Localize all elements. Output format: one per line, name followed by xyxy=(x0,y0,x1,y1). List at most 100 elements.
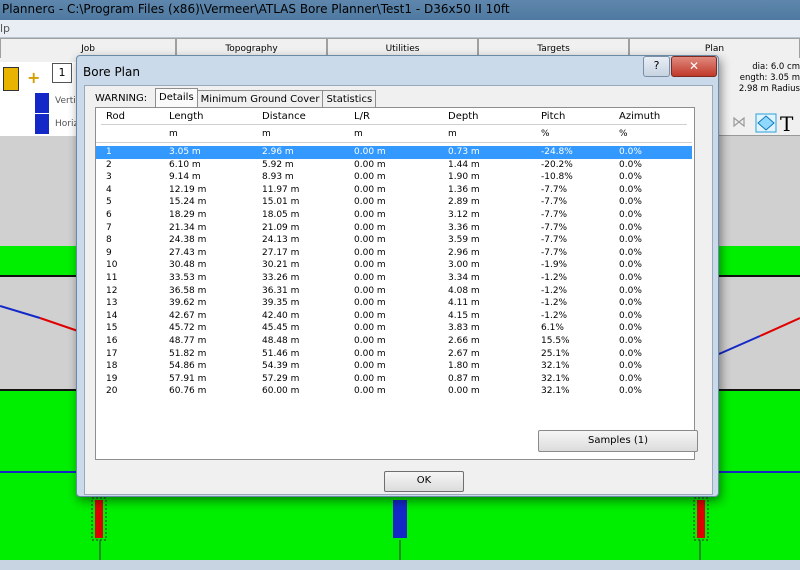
app-title: Plannerɢ - C:\Program Files (x86)\Vermee… xyxy=(2,2,510,16)
length-cell: 9.14 m xyxy=(169,172,201,183)
vertical-view-label: Verti xyxy=(55,96,76,106)
azimuth-cell: 0.0% xyxy=(619,285,642,296)
table-row[interactable]: 17 51.82 m 51.46 m 0.00 m 2.67 m 25.1% 0.0% xyxy=(96,348,692,361)
distance-cell: 57.29 m xyxy=(262,373,300,384)
table-row[interactable]: 10 30.48 m 30.21 m 0.00 m 3.00 m -1.9% 0.0% xyxy=(96,259,692,272)
pitch-cell: -7.7% xyxy=(541,222,568,233)
pitch-cell: 25.1% xyxy=(541,348,570,359)
vertical-view-swatch[interactable] xyxy=(35,93,49,113)
unit-azimuth: % xyxy=(619,129,628,139)
distance-cell: 33.26 m xyxy=(262,272,300,283)
rod-cell: 9 xyxy=(106,247,112,258)
depth-cell: 2.89 m xyxy=(448,197,480,208)
ok-button[interactable]: OK xyxy=(384,471,464,492)
lr-cell: 0.00 m xyxy=(354,172,386,183)
rod-cell: 12 xyxy=(106,285,118,296)
depth-cell: 3.00 m xyxy=(448,260,480,271)
azimuth-cell: 0.0% xyxy=(619,335,642,346)
rod-cell: 3 xyxy=(106,172,112,183)
col-depth[interactable]: Depth xyxy=(448,111,478,122)
depth-cell: 1.80 m xyxy=(448,361,480,372)
distance-cell: 18.05 m xyxy=(262,209,300,220)
dialog-tab-strip: Details Minimum Ground Cover Statistics xyxy=(155,88,377,108)
info-length: ength: 3.05 m xyxy=(739,73,800,83)
lr-cell: 0.00 m xyxy=(354,147,386,157)
table-row[interactable]: 19 57.91 m 57.29 m 0.00 m 0.87 m 32.1% 0.0% xyxy=(96,373,692,386)
pitch-cell: -7.7% xyxy=(541,247,568,258)
diamond-tool-icon xyxy=(755,113,777,133)
table-header: Rod Length Distance L/R Depth Pitch Azim… xyxy=(96,108,692,143)
table-row[interactable]: 1 3.05 m 2.96 m 0.00 m 0.73 m -24.8% 0.0% xyxy=(96,146,692,159)
tab-details[interactable]: Details xyxy=(155,88,198,107)
distance-cell: 30.21 m xyxy=(262,260,300,271)
col-distance[interactable]: Distance xyxy=(262,111,306,122)
tab-statistics[interactable]: Statistics xyxy=(322,90,377,107)
distance-cell: 21.09 m xyxy=(262,222,300,233)
table-row[interactable]: 18 54.86 m 54.39 m 0.00 m 1.80 m 32.1% 0.0% xyxy=(96,360,692,373)
col-rod[interactable]: Rod xyxy=(106,111,125,122)
table-row[interactable]: 9 27.43 m 27.17 m 0.00 m 2.96 m -7.7% 0.0% xyxy=(96,247,692,260)
lr-cell: 0.00 m xyxy=(354,310,386,321)
pitch-cell: -10.8% xyxy=(541,172,573,183)
col-azimuth[interactable]: Azimuth xyxy=(619,111,660,122)
table-row[interactable]: 13 39.62 m 39.35 m 0.00 m 4.11 m -1.2% 0.0% xyxy=(96,297,692,310)
samples-button[interactable]: Samples (1) xyxy=(538,430,698,452)
help-button[interactable]: ? xyxy=(643,56,670,77)
table-row[interactable]: 5 15.24 m 15.01 m 0.00 m 2.89 m -7.7% 0.0% xyxy=(96,196,692,209)
details-panel: Rod Length Distance L/R Depth Pitch Azim… xyxy=(95,107,695,460)
table-row[interactable]: 11 33.53 m 33.26 m 0.00 m 3.34 m -1.2% 0.0% xyxy=(96,272,692,285)
info-diameter: dia: 6.0 cm xyxy=(752,62,800,72)
lr-cell: 0.00 m xyxy=(354,184,386,195)
bore-path-right-blue xyxy=(718,335,761,355)
table-row[interactable]: 2 6.10 m 5.92 m 0.00 m 1.44 m -20.2% 0.0% xyxy=(96,159,692,172)
azimuth-cell: 0.0% xyxy=(619,209,642,220)
pitch-cell: -7.7% xyxy=(541,235,568,246)
pitch-cell: -1.9% xyxy=(541,260,568,271)
table-row[interactable]: 8 24.38 m 24.13 m 0.00 m 3.59 m -7.7% 0.0% xyxy=(96,234,692,247)
table-row[interactable]: 6 18.29 m 18.05 m 0.00 m 3.12 m -7.7% 0.0% xyxy=(96,209,692,222)
pitch-cell: -20.2% xyxy=(541,159,573,170)
table-row[interactable]: 3 9.14 m 8.93 m 0.00 m 1.90 m -10.8% 0.0% xyxy=(96,171,692,184)
table-row[interactable]: 4 12.19 m 11.97 m 0.00 m 1.36 m -7.7% 0.0% xyxy=(96,184,692,197)
azimuth-cell: 0.0% xyxy=(619,172,642,183)
pitch-cell: 6.1% xyxy=(541,323,564,334)
table-row[interactable]: 16 48.77 m 48.48 m 0.00 m 2.66 m 15.5% 0.0% xyxy=(96,335,692,348)
length-cell: 60.76 m xyxy=(169,386,207,397)
close-button[interactable]: ✕ xyxy=(671,56,717,77)
rod-cell: 17 xyxy=(106,348,118,359)
azimuth-cell: 0.0% xyxy=(619,260,642,271)
valve-icon xyxy=(733,116,745,128)
table-row[interactable]: 14 42.67 m 42.40 m 0.00 m 4.15 m -1.2% 0.0% xyxy=(96,310,692,323)
col-length[interactable]: Length xyxy=(169,111,204,122)
depth-cell: 3.36 m xyxy=(448,222,480,233)
horizontal-view-swatch[interactable] xyxy=(35,114,49,134)
col-lr[interactable]: L/R xyxy=(354,111,370,122)
distance-cell: 45.45 m xyxy=(262,323,300,334)
rod-cell: 16 xyxy=(106,335,118,346)
info-radius: 2.98 m Radius xyxy=(738,84,800,94)
menu-help[interactable]: lp xyxy=(0,22,10,35)
length-cell: 30.48 m xyxy=(169,260,207,271)
azimuth-cell: 0.0% xyxy=(619,348,642,359)
app-menubar: lp xyxy=(0,20,800,38)
rod-count-field[interactable]: 1 xyxy=(52,63,72,83)
add-rod-icon[interactable]: + xyxy=(27,68,40,87)
rod-cell: 8 xyxy=(106,235,112,246)
rod-cell: 13 xyxy=(106,298,118,309)
drill-machine-icon[interactable] xyxy=(3,67,19,91)
length-cell: 3.05 m xyxy=(169,147,201,157)
table-row[interactable]: 15 45.72 m 45.45 m 0.00 m 3.83 m 6.1% 0.0% xyxy=(96,322,692,335)
tab-minimum-ground-cover[interactable]: Minimum Ground Cover xyxy=(196,90,324,107)
table-row[interactable]: 7 21.34 m 21.09 m 0.00 m 3.36 m -7.7% 0.0% xyxy=(96,222,692,235)
azimuth-cell: 0.0% xyxy=(619,147,642,157)
rod-cell: 19 xyxy=(106,373,118,384)
depth-cell: 3.12 m xyxy=(448,209,480,220)
dialog-title: Bore Plan xyxy=(83,65,140,79)
table-row[interactable]: 12 36.58 m 36.31 m 0.00 m 4.08 m -1.2% 0.0% xyxy=(96,285,692,298)
table-row[interactable]: 20 60.76 m 60.00 m 0.00 m 0.00 m 32.1% 0.0% xyxy=(96,385,692,398)
col-pitch[interactable]: Pitch xyxy=(541,111,565,122)
bore-path-right-red xyxy=(759,317,800,337)
length-cell: 48.77 m xyxy=(169,335,207,346)
distance-cell: 8.93 m xyxy=(262,172,294,183)
length-cell: 21.34 m xyxy=(169,222,207,233)
